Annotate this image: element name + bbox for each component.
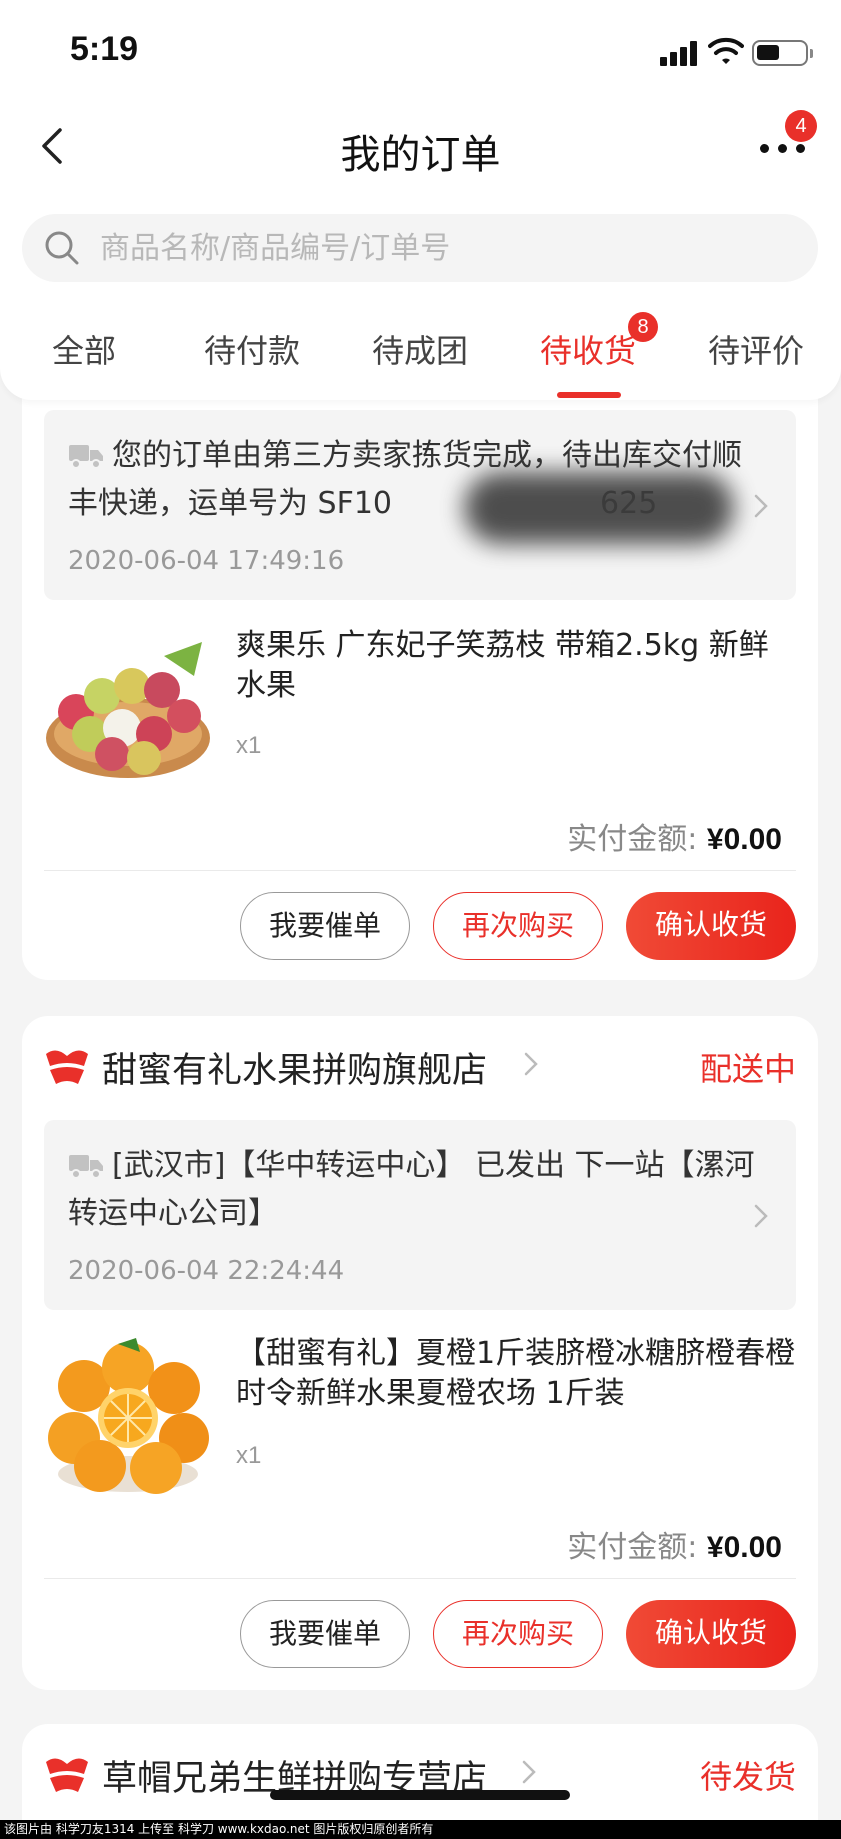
status-bar: 5:19 — [0, 0, 841, 100]
order-status: 待发货 — [699, 1758, 796, 1796]
tab-pending-receipt[interactable]: 待收货 — [540, 326, 636, 372]
truck-icon — [69, 445, 103, 469]
truck-icon — [69, 1155, 103, 1179]
active-tab-indicator — [557, 392, 621, 398]
search-icon — [45, 231, 79, 265]
tab-pending-review[interactable]: 待评价 — [708, 326, 804, 372]
chevron-right-icon — [522, 1760, 536, 1784]
logistics-time: 2020-06-04 17:49:16 — [68, 546, 345, 576]
payment-value: ¥0.00 — [706, 1531, 782, 1564]
logistics-info[interactable]: [武汉市]【华中转运中心】 已发出 下一站【漯河转运中心公司】 2020-06-… — [44, 1120, 796, 1310]
order-card: 甜蜜有礼水果拼购旗舰店 配送中 [武汉市]【华中转运中心】 已发出 下一站【漯河… — [22, 1016, 818, 1690]
order-card: 您的订单由第三方卖家拣货完成，待出库交付顺丰快递，运单号为 SF10625 20… — [22, 340, 818, 980]
status-time: 5:19 — [70, 30, 139, 68]
product-image-orange[interactable] — [44, 1334, 212, 1500]
divider — [44, 1578, 796, 1579]
search-input[interactable] — [100, 226, 780, 270]
watermark-text: 该图片由 科学刀友1314 上传至 科学刀 www.kxdao.net 图片版权… — [0, 1820, 841, 1839]
payment-label: 实付金额: — [567, 822, 698, 857]
order-status: 配送中 — [699, 1050, 796, 1088]
store-name: 甜蜜有礼水果拼购旗舰店 — [102, 1051, 488, 1091]
tab-all[interactable]: 全部 — [52, 326, 116, 372]
payment-value: ¥0.00 — [706, 823, 782, 856]
logistics-info[interactable]: 您的订单由第三方卖家拣货完成，待出库交付顺丰快递，运单号为 SF10625 20… — [44, 410, 796, 600]
search-box[interactable] — [22, 214, 818, 282]
store-header[interactable]: 甜蜜有礼水果拼购旗舰店 配送中 — [22, 1016, 818, 1116]
store-header[interactable]: 草帽兄弟生鲜拼购专营店 待发货 — [22, 1724, 818, 1824]
redacted-tracking-number — [464, 472, 734, 544]
product-quantity: x1 — [236, 1442, 262, 1469]
tab-pending-payment[interactable]: 待付款 — [204, 326, 300, 372]
logistics-text: [武汉市]【华中转运中心】 已发出 下一站【漯河转运中心公司】 — [68, 1142, 758, 1238]
search-bar — [0, 200, 841, 296]
buy-again-button[interactable]: 再次购买 — [433, 892, 603, 960]
product-image-lychee[interactable] — [44, 626, 212, 792]
store-logo-icon — [46, 1050, 88, 1084]
logistics-time: 2020-06-04 22:24:44 — [68, 1256, 345, 1286]
payment-amount: 实付金额: ¥0.00 — [567, 1522, 782, 1566]
divider — [44, 870, 796, 871]
payment-amount: 实付金额: ¥0.00 — [567, 814, 782, 858]
product-name[interactable]: 【甜蜜有礼】夏橙1斤装脐橙冰糖脐橙春橙时令新鲜水果夏橙农场 1斤装 — [236, 1334, 796, 1414]
payment-label: 实付金额: — [567, 1530, 698, 1565]
chevron-right-icon — [754, 494, 768, 518]
more-badge: 4 — [785, 110, 817, 142]
tab-badge: 8 — [628, 312, 658, 342]
product-quantity: x1 — [236, 732, 262, 759]
wifi-icon — [708, 37, 744, 64]
store-logo-icon — [46, 1758, 88, 1792]
page-title: 我的订单 — [340, 132, 501, 178]
product-name[interactable]: 爽果乐 广东妃子笑荔枝 带箱2.5kg 新鲜水果 — [236, 626, 796, 706]
confirm-receipt-button[interactable]: 确认收货 — [626, 892, 796, 960]
confirm-receipt-button[interactable]: 确认收货 — [626, 1600, 796, 1668]
chevron-right-icon — [754, 1204, 768, 1228]
battery-icon — [752, 40, 813, 66]
order-tabs: 全部 待付款 待成团 待收货 待评价 — [0, 296, 841, 400]
logistics-message: [武汉市]【华中转运中心】 已发出 下一站【漯河转运中心公司】 — [68, 1148, 755, 1231]
tab-pending-group[interactable]: 待成团 — [372, 326, 468, 372]
signal-icon — [660, 40, 700, 66]
home-indicator — [270, 1790, 570, 1800]
nav-bar: 我的订单 4 — [0, 100, 841, 200]
chevron-right-icon — [524, 1052, 538, 1076]
urge-order-button[interactable]: 我要催单 — [240, 1600, 410, 1668]
buy-again-button[interactable]: 再次购买 — [433, 1600, 603, 1668]
urge-order-button[interactable]: 我要催单 — [240, 892, 410, 960]
